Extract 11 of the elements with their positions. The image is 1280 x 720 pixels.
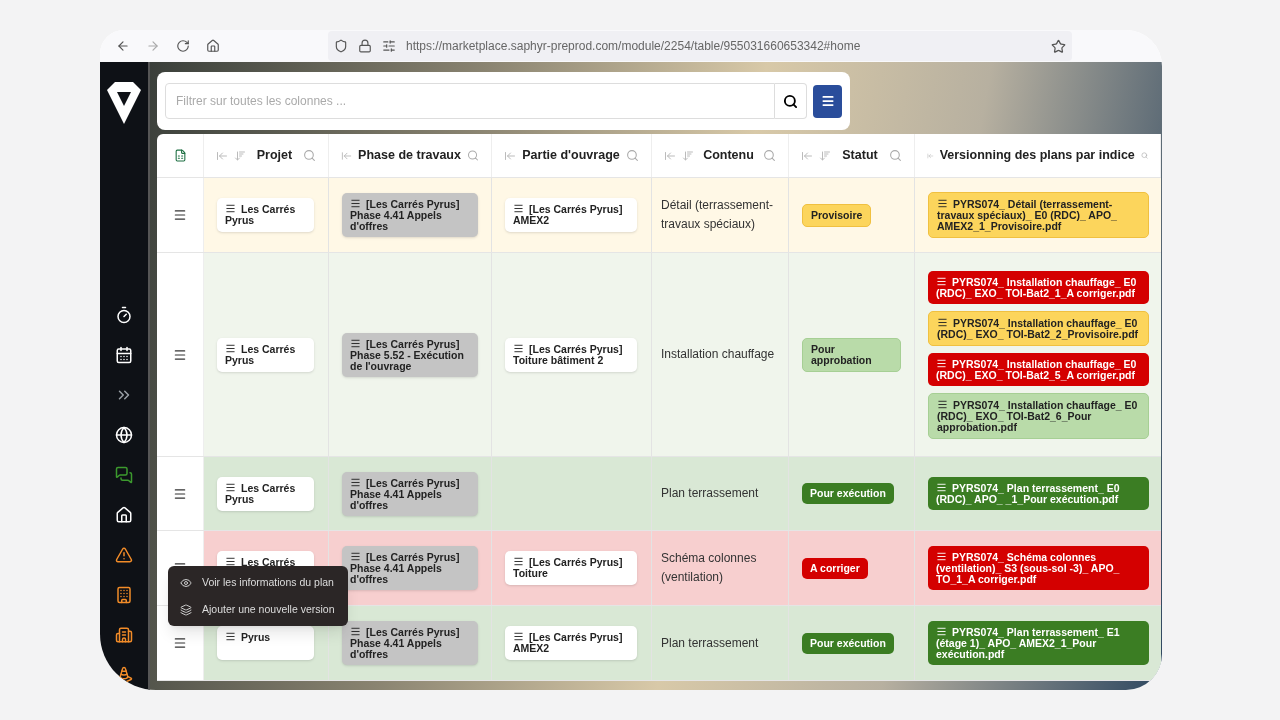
content-text: Schéma colonnes (ventilation)	[661, 550, 758, 586]
content-text: Plan terrassement	[661, 485, 759, 502]
status-badge: A corriger	[802, 557, 868, 579]
status-badge: Provisoire	[802, 203, 872, 227]
content-text: Plan terrassement	[661, 634, 759, 652]
status-badge: Pour approbation	[802, 337, 901, 372]
status-badge: Pour exécution	[802, 483, 894, 504]
url-text: https://marketplace.saphyr-preprod.com/module/2254/table/955031660653342#home	[406, 38, 861, 55]
content-text: Installation chauffage	[661, 346, 775, 363]
status-badge: Pour exécution	[802, 632, 894, 654]
content-text: Détail (terrassement-travaux spéciaux)	[661, 197, 775, 233]
